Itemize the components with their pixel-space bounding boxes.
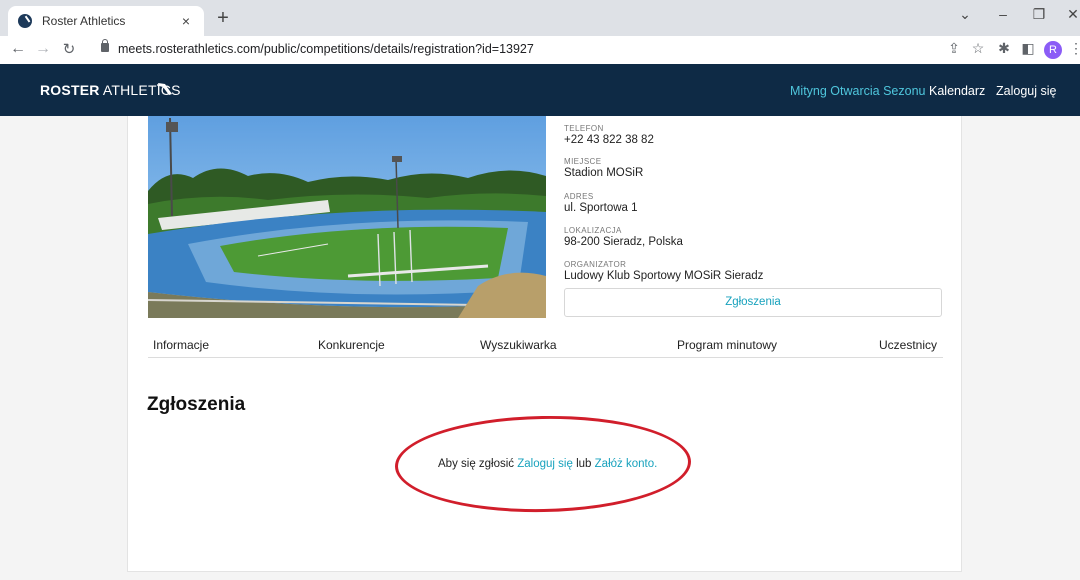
address-block: ADRES ul. Sportowa 1 [564,192,638,214]
page-title: Zgłoszenia [147,394,246,415]
registrations-button[interactable]: Zgłoszenia [564,288,942,317]
spike-shoe-logo-icon [157,83,172,95]
place-block: MIEJSCE Stadion MOSiR [564,157,643,179]
back-icon[interactable]: ← [8,40,28,58]
browser-tab[interactable]: Roster Athletics × [8,6,204,36]
location-value: 98-200 Sieradz, Polska [564,236,683,248]
address-value: ul. Sportowa 1 [564,202,638,214]
tab-konkurencje[interactable]: Konkurencje [318,338,385,352]
logo-bold-text: ROSTER [40,82,100,98]
competition-tabs: Informacje Konkurencje Wyszukiwarka Prog… [148,330,943,358]
phone-value: +22 43 822 38 82 [564,134,654,146]
bookmark-star-icon[interactable]: ☆ [968,40,988,57]
browser-tabstrip: Roster Athletics × + ⌄ – ❐ ✕ [0,0,1080,36]
tab-search-chevron-icon[interactable]: ⌄ [950,6,980,23]
lock-icon[interactable] [101,39,109,52]
close-window-icon[interactable]: ✕ [1058,6,1080,23]
place-value: Stadion MOSiR [564,167,644,179]
tab-title: Roster Athletics [42,14,126,28]
location-block: LOKALIZACJA 98-200 Sieradz, Polska [564,226,683,248]
reload-icon[interactable]: ↻ [59,40,79,58]
address-bar[interactable]: meets.rosterathletics.com/public/competi… [118,42,534,56]
organizer-label: ORGANIZATOR [564,260,627,269]
red-annotation-ellipse [394,413,692,515]
stadium-photo [148,116,546,318]
tab-program-minutowy[interactable]: Program minutowy [677,338,777,352]
organizer-value: Ludowy Klub Sportowy MOSiR Sieradz [564,270,764,282]
minimize-icon[interactable]: – [988,6,1018,22]
browser-toolbar: ← → ↻ meets.rosterathletics.com/public/c… [0,36,1080,64]
tab-informacje[interactable]: Informacje [153,338,209,352]
phone-block: TELEFON +22 43 822 38 82 [564,124,654,146]
close-tab-icon[interactable]: × [178,13,194,29]
location-label: LOKALIZACJA [564,226,622,235]
forward-icon[interactable]: → [33,40,53,58]
menu-dots-icon[interactable]: ⋮ [1066,40,1080,57]
share-icon[interactable]: ⇪ [944,40,964,57]
competition-card: TELEFON +22 43 822 38 82 MIEJSCE Stadion… [127,116,962,572]
side-panel-icon[interactable]: ◧ [1018,40,1038,57]
roster-favicon-icon [18,14,32,28]
restore-icon[interactable]: ❐ [1024,6,1054,23]
nav-calendar-link[interactable]: Kalendarz [929,84,985,98]
organizer-block: ORGANIZATOR Ludowy Klub Sportowy MOSiR S… [564,260,763,282]
nav-login-link[interactable]: Zaloguj się [996,84,1056,98]
tab-wyszukiwarka[interactable]: Wyszukiwarka [480,338,557,352]
address-label: ADRES [564,192,594,201]
place-label: MIEJSCE [564,157,602,166]
site-header: ROSTER ATHLETICS Mityng Otwarcia Sezonu … [0,64,1080,116]
phone-label: TELEFON [564,124,604,133]
extensions-icon[interactable]: ✱ [994,40,1014,57]
tab-uczestnicy[interactable]: Uczestnicy [879,338,937,352]
nav-meet-link[interactable]: Mityng Otwarcia Sezonu [790,84,925,98]
new-tab-button[interactable]: + [212,8,234,30]
profile-avatar[interactable]: R [1044,41,1062,59]
